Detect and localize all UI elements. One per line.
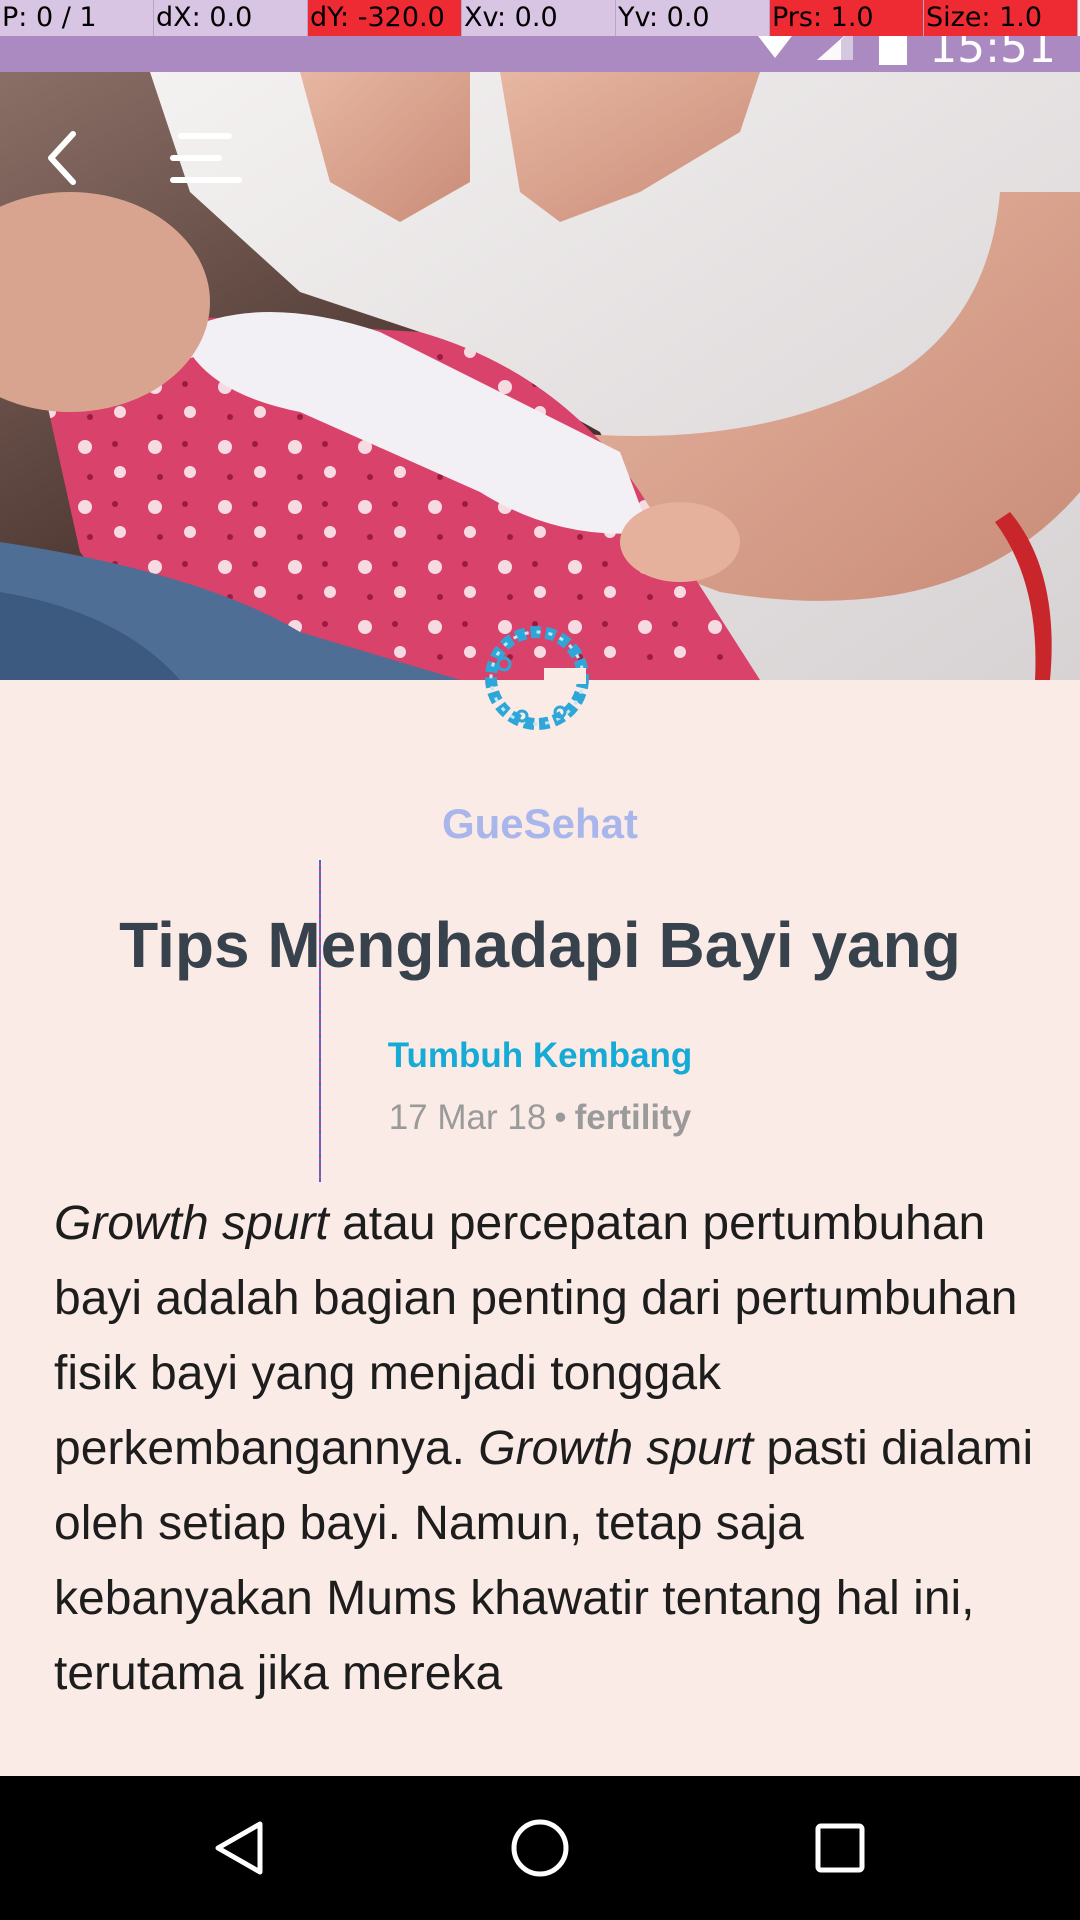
nav-back-button[interactable] (190, 1798, 290, 1898)
article-date: 17 Mar 18 (388, 1098, 547, 1137)
article-meta: 17 Mar 18 • fertility (0, 1098, 1080, 1138)
publisher-name[interactable]: GueSehat (0, 800, 1080, 848)
status-bar: 15:51 (0, 22, 1080, 73)
article-body-emphasis: Growth spurt (478, 1422, 754, 1475)
menu-icon (170, 133, 242, 183)
navigation-bar (0, 1776, 1080, 1920)
nav-home-button[interactable] (490, 1798, 590, 1898)
pointer-xv: Xv: 0.0 (462, 0, 616, 36)
pointer-size: Size: 1.0 (924, 0, 1078, 36)
pointer-pressure: Prs: 1.0 (770, 0, 924, 36)
pointer-dx: dX: 0.0 (154, 0, 308, 36)
nav-recents-button[interactable] (790, 1798, 890, 1898)
back-chevron-icon (48, 131, 76, 185)
pointer-yv: Yv: 0.0 (616, 0, 770, 36)
article-body: Growth spurt atau percepatan pertumbuhan… (54, 1186, 1034, 1711)
article-title: Tips Menghadapi Bayi yang (119, 909, 961, 981)
article-tag[interactable]: fertility (575, 1098, 692, 1137)
meta-separator: • (554, 1098, 567, 1137)
home-circle-icon (511, 1819, 569, 1877)
pointer-dy: dY: -320.0 (308, 0, 462, 36)
recents-square-icon (815, 1823, 865, 1873)
pointer-location-overlay: P: 0 / 1 dX: 0.0 dY: -320.0 Xv: 0.0 Yv: … (0, 0, 1080, 36)
back-triangle-icon (215, 1821, 263, 1875)
article-category[interactable]: Tumbuh Kembang (0, 1036, 1080, 1076)
pointer-count: P: 0 / 1 (0, 0, 154, 36)
publisher-logo (482, 620, 592, 736)
screen: P: 0 / 1 dX: 0.0 dY: -320.0 Xv: 0.0 Yv: … (0, 0, 1080, 1920)
menu-button[interactable] (160, 118, 250, 198)
back-button[interactable] (16, 118, 106, 198)
debug-guide-line (319, 860, 321, 1182)
article-body-emphasis: Growth spurt (54, 1197, 329, 1250)
